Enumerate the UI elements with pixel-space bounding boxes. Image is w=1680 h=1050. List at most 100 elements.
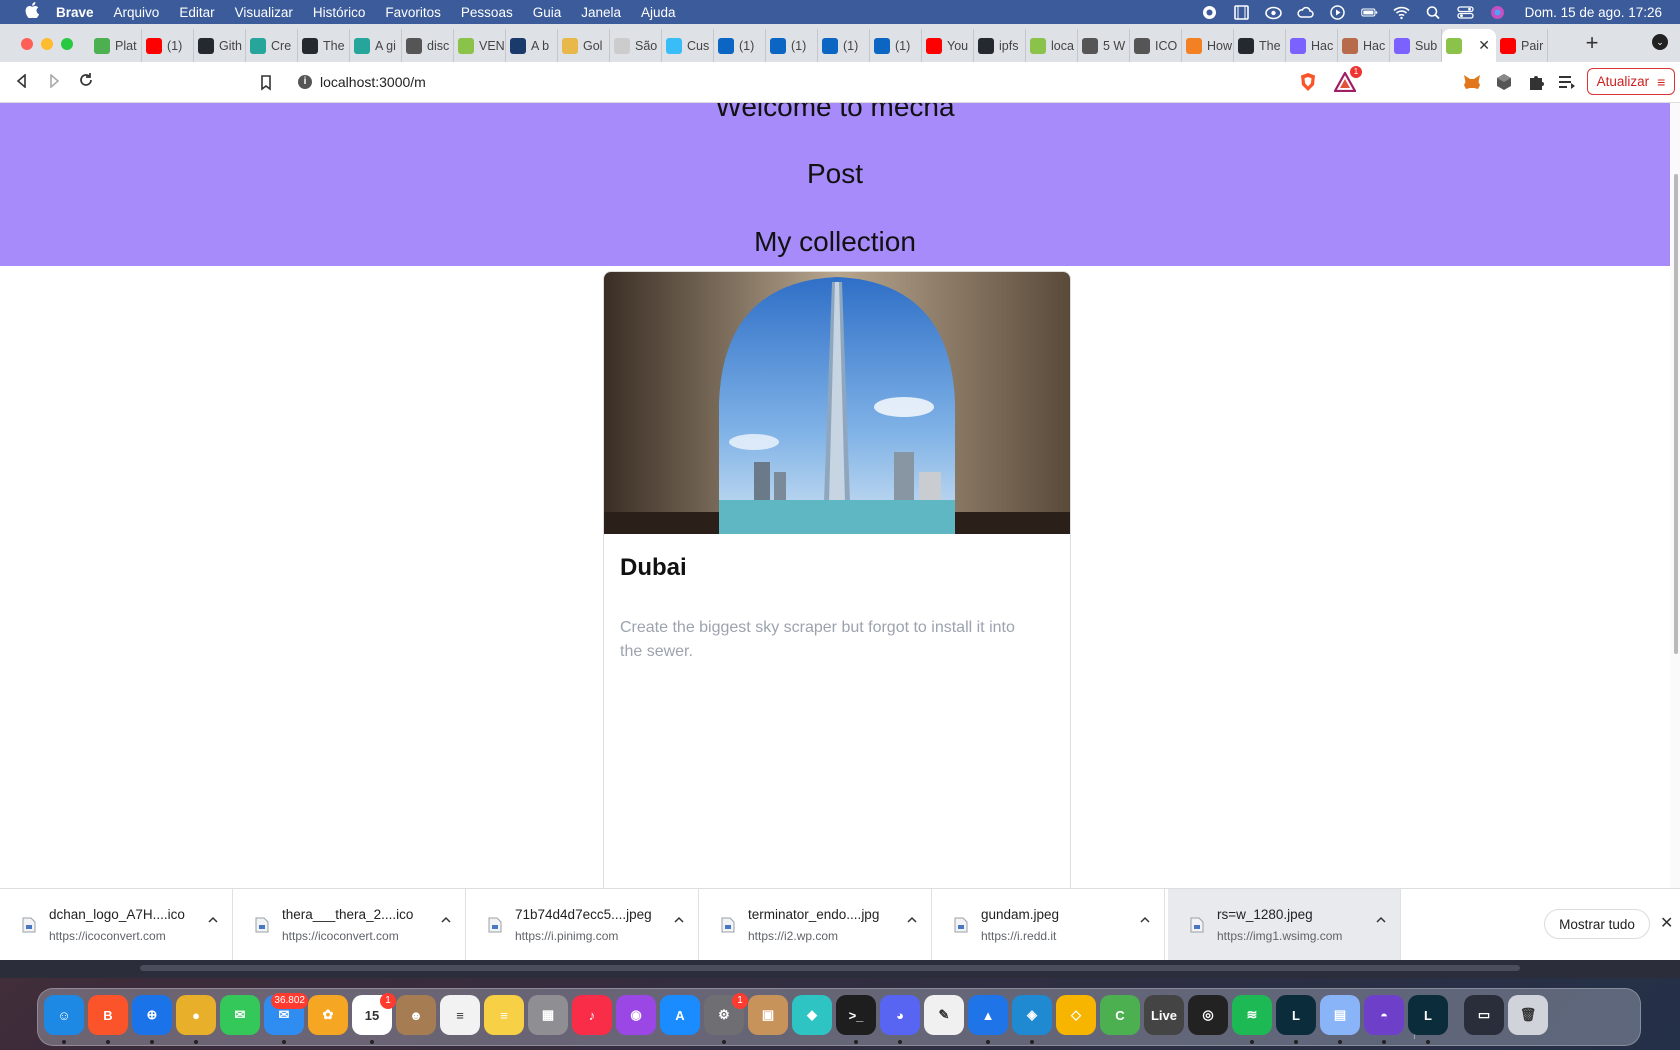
- menu-editar[interactable]: Editar: [179, 5, 214, 20]
- contacts-icon[interactable]: ☻: [396, 995, 436, 1035]
- browser-tab[interactable]: Pair: [1496, 29, 1548, 62]
- screen-recorder-icon[interactable]: [1201, 4, 1219, 20]
- unity-icon[interactable]: ◎: [1188, 995, 1228, 1035]
- menu-guia[interactable]: Guia: [533, 5, 562, 20]
- browser-tab[interactable]: The: [1234, 29, 1286, 62]
- browser-tab[interactable]: Gith: [194, 29, 246, 62]
- control-center-icon[interactable]: [1457, 4, 1475, 20]
- menu-janela[interactable]: Janela: [581, 5, 621, 20]
- browser-tab[interactable]: 5 W: [1078, 29, 1130, 62]
- browser-tab[interactable]: You: [922, 29, 974, 62]
- url-text[interactable]: localhost:3000/m: [320, 74, 426, 90]
- chevron-up-icon[interactable]: [206, 913, 220, 927]
- browser-tab[interactable]: A gi: [350, 29, 402, 62]
- browser-tab[interactable]: São: [610, 29, 662, 62]
- sketch-icon[interactable]: ◇: [1056, 995, 1096, 1035]
- browser-tab[interactable]: ICO: [1130, 29, 1182, 62]
- play-circle-icon[interactable]: [1329, 4, 1347, 20]
- menu-arquivo[interactable]: Arquivo: [114, 5, 160, 20]
- vscode-icon[interactable]: ◈: [1012, 995, 1052, 1035]
- collection-card[interactable]: Dubai Create the biggest sky scraper but…: [603, 271, 1071, 964]
- browser-tab[interactable]: Hac: [1286, 29, 1338, 62]
- spotlight-search-icon[interactable]: [1425, 4, 1443, 20]
- download-item[interactable]: gundam.jpeg https://i.redd.it: [932, 889, 1165, 961]
- chevron-up-icon[interactable]: [1138, 913, 1152, 927]
- reminders-icon[interactable]: ≡: [440, 995, 480, 1035]
- cloud-sync-icon[interactable]: [1297, 4, 1315, 20]
- trash-icon[interactable]: 🗑: [1508, 995, 1548, 1035]
- app-store-icon[interactable]: A: [660, 995, 700, 1035]
- update-browser-button[interactable]: Atualizar ≡: [1587, 68, 1675, 95]
- browser-tab[interactable]: Cre: [246, 29, 298, 62]
- browser-tab[interactable]: disc: [402, 29, 454, 62]
- zoom-window-button[interactable]: [61, 38, 73, 50]
- close-icon[interactable]: ✕: [1660, 913, 1673, 933]
- bookmark-icon[interactable]: [254, 70, 278, 94]
- show-all-downloads-button[interactable]: Mostrar tudo: [1544, 909, 1650, 939]
- my-collection-link[interactable]: My collection: [0, 226, 1670, 258]
- notes-icon[interactable]: ≡: [484, 995, 524, 1035]
- mail-icon[interactable]: ✉ 36.802: [264, 993, 308, 1035]
- league-client-icon[interactable]: L: [1408, 995, 1448, 1035]
- browser-tab[interactable]: (1): [766, 29, 818, 62]
- spotify-icon[interactable]: ≋: [1232, 995, 1272, 1035]
- new-tab-button[interactable]: +: [1580, 30, 1604, 56]
- browser-tab[interactable]: VEN: [454, 29, 506, 62]
- chevron-up-icon[interactable]: [1374, 913, 1388, 927]
- calendar-icon[interactable]: 15 1: [352, 993, 396, 1035]
- browser-tab[interactable]: loca: [1026, 29, 1078, 62]
- system-preferences-icon[interactable]: ⚙ 1: [704, 993, 748, 1035]
- chevron-up-icon[interactable]: [439, 913, 453, 927]
- media-queue-icon[interactable]: [1557, 72, 1577, 92]
- browser-tab[interactable]: A b: [506, 29, 558, 62]
- menu-ajuda[interactable]: Ajuda: [641, 5, 676, 20]
- keynote-icon[interactable]: ▲: [968, 995, 1008, 1035]
- download-item[interactable]: thera___thera_2....ico https://icoconver…: [233, 889, 466, 961]
- tab-active[interactable]: ✕: [1442, 29, 1496, 62]
- download-item[interactable]: rs=w_1280.jpeg https://img1.wsimg.com: [1168, 889, 1401, 961]
- address-bar[interactable]: i localhost:3000/m: [286, 68, 1291, 96]
- download-item[interactable]: dchan_logo_A7H....ico https://icoconvert…: [0, 889, 233, 961]
- page-scrollbar-thumb[interactable]: [1674, 174, 1678, 654]
- chevron-up-icon[interactable]: [672, 913, 686, 927]
- browser-tab[interactable]: (1): [142, 29, 194, 62]
- github-desktop-icon[interactable]: ◓: [1364, 995, 1404, 1035]
- league-of-legends-icon[interactable]: L: [1276, 995, 1316, 1035]
- welcome-link[interactable]: Welcome to mecha: [0, 103, 1670, 123]
- menu-bar-clock[interactable]: Dom. 15 de ago. 17:26: [1525, 5, 1662, 20]
- browser-tab[interactable]: Gol: [558, 29, 610, 62]
- browser-tab[interactable]: ipfs: [974, 29, 1026, 62]
- browser-tab[interactable]: How: [1182, 29, 1234, 62]
- minimize-window-button[interactable]: [41, 38, 53, 50]
- cube-extension-icon[interactable]: [1494, 72, 1514, 92]
- tab-close-icon[interactable]: ✕: [1478, 37, 1490, 54]
- menu-app-name[interactable]: Brave: [56, 5, 94, 20]
- browser-tab[interactable]: (1): [818, 29, 870, 62]
- menu-historico[interactable]: Histórico: [313, 5, 366, 20]
- camtasia-icon[interactable]: C: [1100, 995, 1140, 1035]
- script-editor-icon[interactable]: ✎: [924, 995, 964, 1035]
- screenshot-stack-icon[interactable]: ▭: [1464, 995, 1504, 1035]
- menu-visualizar[interactable]: Visualizar: [235, 5, 293, 20]
- creative-cloud-icon[interactable]: [1265, 4, 1283, 20]
- browser-tab[interactable]: Sub: [1390, 29, 1442, 62]
- back-button[interactable]: [10, 70, 34, 94]
- music-icon[interactable]: ♪: [572, 995, 612, 1035]
- metamask-icon[interactable]: [1462, 72, 1482, 92]
- terminal-icon[interactable]: >_: [836, 995, 876, 1035]
- photos-icon[interactable]: ✿: [308, 995, 348, 1035]
- messages-icon[interactable]: ✉: [220, 995, 260, 1035]
- safari-icon[interactable]: ⊕: [132, 995, 172, 1035]
- launchpad-icon[interactable]: ▦: [528, 995, 568, 1035]
- browser-tab[interactable]: Plat: [90, 29, 142, 62]
- siri-icon[interactable]: [1489, 4, 1507, 20]
- brave-icon[interactable]: B: [88, 995, 128, 1035]
- preview-icon[interactable]: ▤: [1320, 995, 1360, 1035]
- finder-icon[interactable]: ☺: [44, 995, 84, 1035]
- wifi-icon[interactable]: [1393, 4, 1411, 20]
- browser-tab[interactable]: (1): [714, 29, 766, 62]
- cube-app-icon[interactable]: ◆: [792, 995, 832, 1035]
- brave-shields-icon[interactable]: [1298, 72, 1318, 92]
- browser-tab[interactable]: The: [298, 29, 350, 62]
- browser-tab[interactable]: Cus: [662, 29, 714, 62]
